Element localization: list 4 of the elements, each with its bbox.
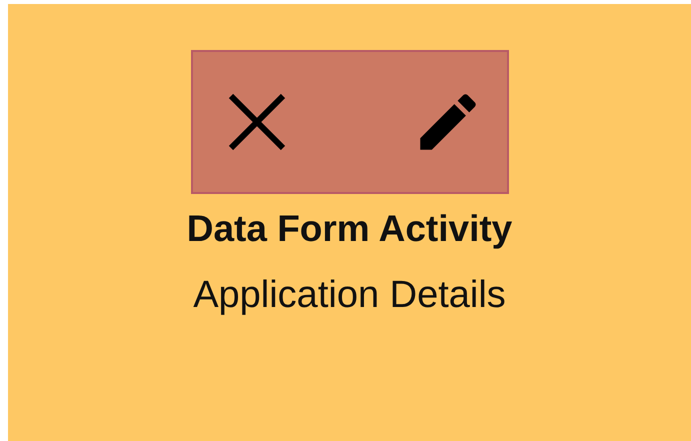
card-subtitle: Application Details: [193, 273, 506, 318]
close-button[interactable]: [226, 92, 286, 152]
close-icon: [226, 92, 286, 152]
card-title: Data Form Activity: [186, 207, 512, 251]
